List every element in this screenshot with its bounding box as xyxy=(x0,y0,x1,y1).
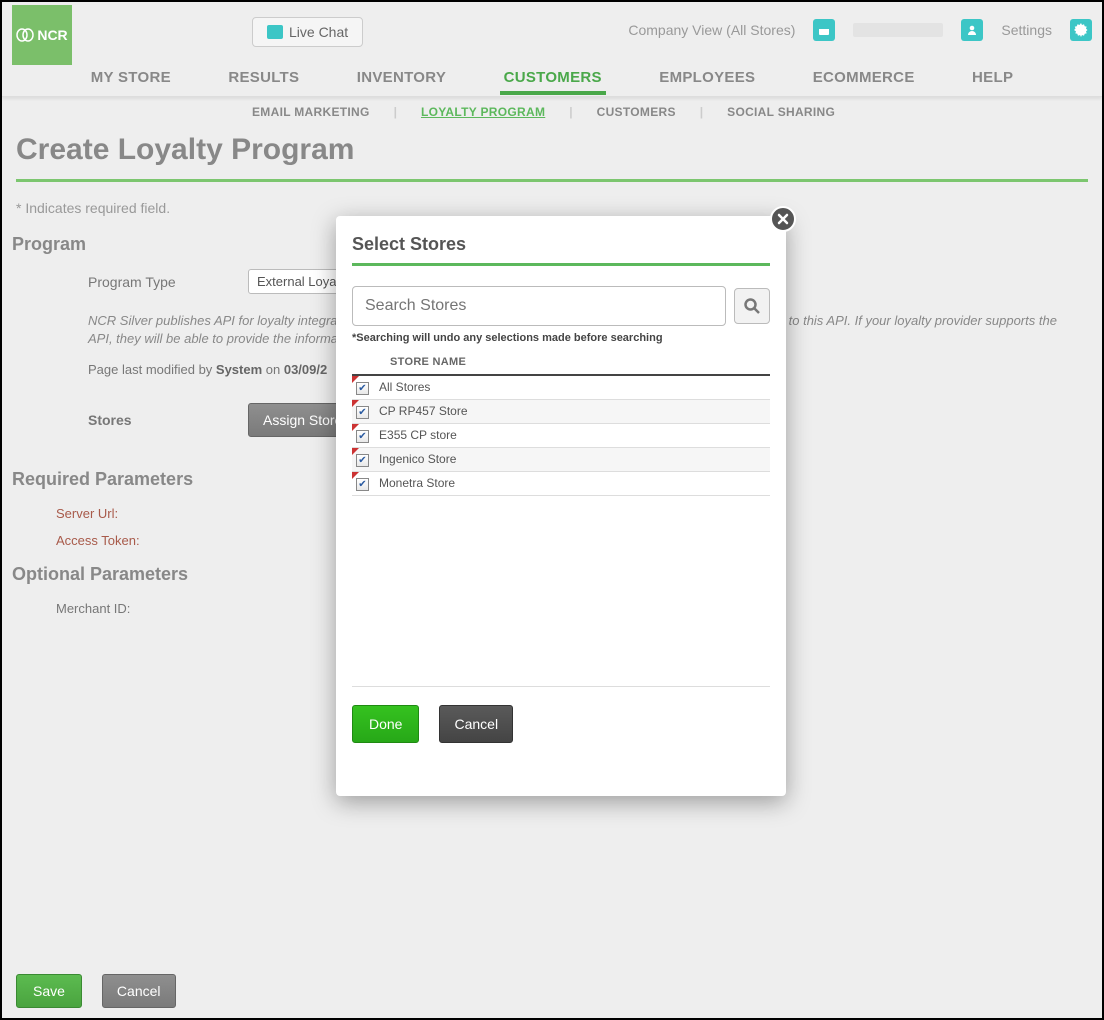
nav-results[interactable]: RESULTS xyxy=(224,59,303,95)
store-search-input[interactable] xyxy=(352,286,726,326)
store-table: STORE NAME ✔ All Stores ✔ CP RP457 Store… xyxy=(352,350,770,496)
store-checkbox[interactable]: ✔ xyxy=(356,430,369,443)
brand-logo: NCR xyxy=(12,5,72,65)
store-row[interactable]: ✔ All Stores xyxy=(352,375,770,400)
subnav-separator: | xyxy=(569,105,572,119)
store-checkbox[interactable]: ✔ xyxy=(356,478,369,491)
store-checkbox[interactable]: ✔ xyxy=(356,406,369,419)
modal-cancel-button[interactable]: Cancel xyxy=(439,705,513,743)
live-chat-label: Live Chat xyxy=(289,24,348,40)
company-view-label[interactable]: Company View (All Stores) xyxy=(628,22,795,38)
store-icon[interactable] xyxy=(813,19,835,41)
store-checkbox[interactable]: ✔ xyxy=(356,382,369,395)
close-icon xyxy=(777,213,789,225)
user-name-redacted xyxy=(853,23,943,37)
store-name: Monetra Store xyxy=(379,476,455,490)
search-warning-note: *Searching will undo any selections made… xyxy=(352,332,770,344)
gear-icon[interactable] xyxy=(1070,19,1092,41)
ncr-logo-icon xyxy=(16,28,34,42)
store-row[interactable]: ✔ Monetra Store xyxy=(352,472,770,496)
modal-title: Select Stores xyxy=(352,234,770,263)
last-mod-prefix: Page last modified by xyxy=(88,362,216,377)
user-icon[interactable] xyxy=(961,19,983,41)
stores-label: Stores xyxy=(88,412,198,428)
bottom-action-bar: Save Cancel xyxy=(16,974,176,1008)
cancel-button[interactable]: Cancel xyxy=(102,974,176,1008)
nav-inventory[interactable]: INVENTORY xyxy=(353,59,450,95)
nav-help[interactable]: HELP xyxy=(968,59,1017,95)
store-name: All Stores xyxy=(379,380,430,394)
last-mod-on: on xyxy=(262,362,284,377)
subnav-customers[interactable]: CUSTOMERS xyxy=(597,105,676,119)
store-row[interactable]: ✔ E355 CP store xyxy=(352,424,770,448)
main-nav: MY STORE RESULTS INVENTORY CUSTOMERS EMP… xyxy=(2,57,1102,97)
store-name: E355 CP store xyxy=(379,428,457,442)
store-search-button[interactable] xyxy=(734,288,770,324)
modal-title-underline xyxy=(352,263,770,266)
program-type-label: Program Type xyxy=(88,274,198,290)
subnav-separator: | xyxy=(394,105,397,119)
search-icon xyxy=(743,297,761,315)
store-checkbox[interactable]: ✔ xyxy=(356,454,369,467)
top-bar: NCR Live Chat Company View (All Stores) … xyxy=(2,2,1102,57)
store-search-row xyxy=(352,286,770,326)
last-mod-date: 03/09/2 xyxy=(284,362,327,377)
store-name-header: STORE NAME xyxy=(352,350,770,375)
sub-nav: EMAIL MARKETING | LOYALTY PROGRAM | CUST… xyxy=(2,97,1102,125)
live-chat-button[interactable]: Live Chat xyxy=(252,17,363,47)
title-underline xyxy=(16,179,1088,182)
brand-text: NCR xyxy=(37,27,67,43)
chat-icon xyxy=(267,25,283,39)
store-row[interactable]: ✔ Ingenico Store xyxy=(352,448,770,472)
select-stores-modal: Select Stores *Searching will undo any s… xyxy=(336,216,786,796)
modal-close-button[interactable] xyxy=(770,206,796,232)
subnav-separator: | xyxy=(700,105,703,119)
last-mod-user: System xyxy=(216,362,262,377)
store-name: CP RP457 Store xyxy=(379,404,468,418)
modal-action-buttons: Done Cancel xyxy=(352,705,770,743)
nav-ecommerce[interactable]: ECOMMERCE xyxy=(809,59,919,95)
page-title: Create Loyalty Program xyxy=(2,125,1102,179)
store-name: Ingenico Store xyxy=(379,452,456,466)
subnav-social-sharing[interactable]: SOCIAL SHARING xyxy=(727,105,835,119)
subnav-loyalty-program[interactable]: LOYALTY PROGRAM xyxy=(421,105,545,119)
modal-separator xyxy=(352,686,770,687)
store-row[interactable]: ✔ CP RP457 Store xyxy=(352,400,770,424)
save-button[interactable]: Save xyxy=(16,974,82,1008)
top-right-controls: Company View (All Stores) Settings xyxy=(628,19,1092,41)
nav-my-store[interactable]: MY STORE xyxy=(87,59,175,95)
settings-link[interactable]: Settings xyxy=(1001,22,1052,38)
nav-customers[interactable]: CUSTOMERS xyxy=(500,59,606,95)
modal-done-button[interactable]: Done xyxy=(352,705,419,743)
nav-employees[interactable]: EMPLOYEES xyxy=(655,59,759,95)
subnav-email-marketing[interactable]: EMAIL MARKETING xyxy=(252,105,370,119)
